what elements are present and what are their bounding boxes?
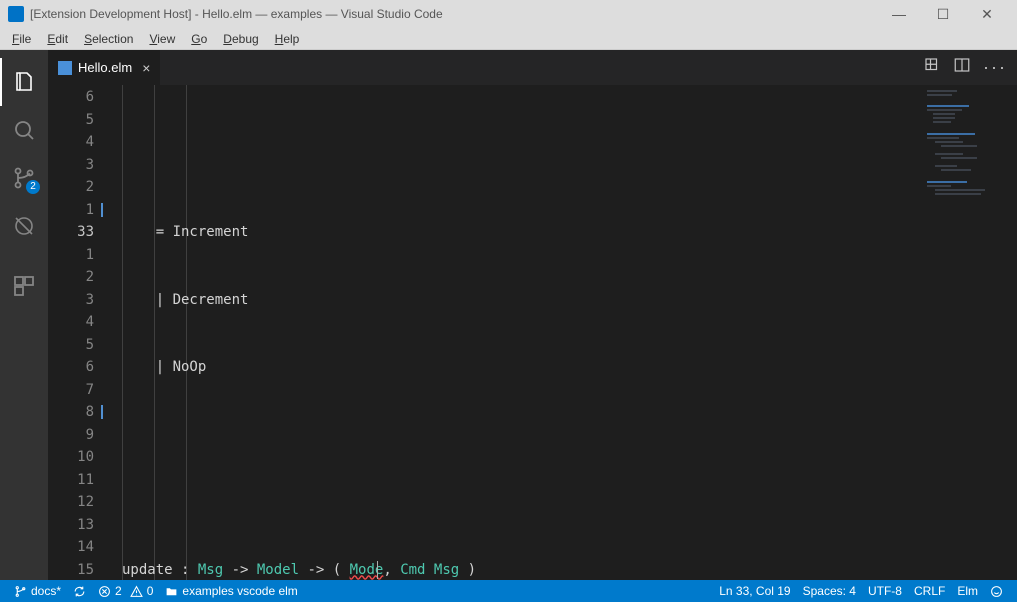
smiley-icon: [990, 585, 1003, 598]
menu-go[interactable]: Go: [183, 30, 215, 48]
files-icon: [12, 70, 36, 94]
status-encoding[interactable]: UTF-8: [862, 580, 908, 602]
folder-icon: [165, 585, 178, 598]
tab-bar: Hello.elm × ···: [48, 50, 1017, 85]
vscode-icon: [8, 6, 24, 22]
scm-badge: 2: [26, 180, 40, 194]
elm-file-icon: [58, 61, 72, 75]
error-icon: [98, 585, 111, 598]
status-eol[interactable]: CRLF: [908, 580, 951, 602]
text-cursor: [377, 561, 378, 579]
activity-bar: 2: [0, 50, 48, 580]
warning-icon: [130, 585, 143, 598]
line-number-gutter: 65432133123456789101112131415: [48, 85, 108, 580]
status-branch[interactable]: docs*: [8, 580, 67, 602]
menu-file[interactable]: File: [4, 30, 39, 48]
activity-debug[interactable]: [0, 202, 48, 250]
split-editor-icon[interactable]: [953, 56, 971, 79]
bug-icon: [12, 214, 36, 238]
activity-explorer[interactable]: [0, 58, 48, 106]
sync-icon: [73, 585, 86, 598]
tab-hello-elm[interactable]: Hello.elm ×: [48, 50, 161, 85]
maximize-button[interactable]: ☐: [921, 0, 965, 28]
titlebar: [Extension Development Host] - Hello.elm…: [0, 0, 1017, 28]
editor[interactable]: 65432133123456789101112131415 = Incremen…: [48, 85, 1017, 580]
minimap[interactable]: [921, 85, 1017, 580]
tab-close-button[interactable]: ×: [142, 60, 150, 76]
status-language[interactable]: Elm: [951, 580, 984, 602]
minimize-button[interactable]: —: [877, 0, 921, 28]
activity-extensions[interactable]: [0, 262, 48, 310]
search-icon: [12, 118, 36, 142]
status-feedback[interactable]: [984, 580, 1009, 602]
status-breadcrumb[interactable]: examples vscode elm: [159, 580, 303, 602]
tab-label: Hello.elm: [78, 60, 132, 75]
status-bar: docs* 2 0 examples vscode elm Ln 33, Col…: [0, 580, 1017, 602]
window-title: [Extension Development Host] - Hello.elm…: [30, 7, 443, 21]
menu-selection[interactable]: Selection: [76, 30, 141, 48]
menu-edit[interactable]: Edit: [39, 30, 76, 48]
status-problems[interactable]: 2 0: [92, 580, 159, 602]
menu-view[interactable]: View: [141, 30, 183, 48]
close-window-button[interactable]: ✕: [965, 0, 1009, 28]
status-sync[interactable]: [67, 580, 92, 602]
menu-help[interactable]: Help: [267, 30, 308, 48]
more-actions-icon[interactable]: ···: [983, 57, 1007, 78]
branch-icon: [14, 585, 27, 598]
menubar: File Edit Selection View Go Debug Help: [0, 28, 1017, 50]
extensions-icon: [12, 274, 36, 298]
status-position[interactable]: Ln 33, Col 19: [713, 580, 796, 602]
compare-changes-icon[interactable]: [923, 56, 941, 79]
code-content[interactable]: = Increment | Decrement | NoOp update : …: [108, 85, 921, 580]
activity-scm[interactable]: 2: [0, 154, 48, 202]
activity-search[interactable]: [0, 106, 48, 154]
status-spaces[interactable]: Spaces: 4: [797, 580, 862, 602]
menu-debug[interactable]: Debug: [215, 30, 266, 48]
